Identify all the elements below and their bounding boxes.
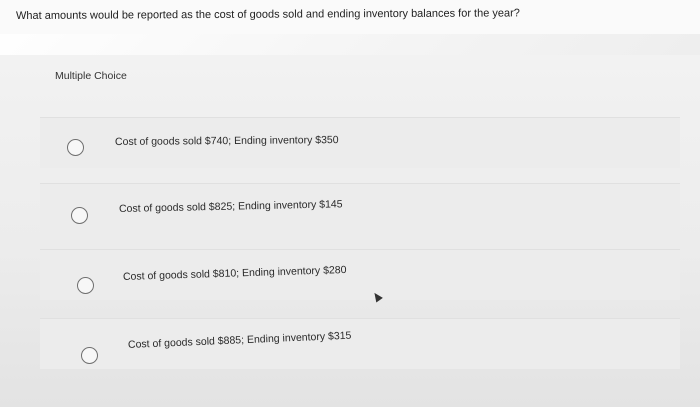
option-3-radio[interactable] xyxy=(77,277,94,294)
multiple-choice-label: Multiple Choice xyxy=(55,70,127,82)
option-1-label[interactable]: Cost of goods sold $740; Ending inventor… xyxy=(115,134,339,148)
option-4-radio[interactable] xyxy=(81,347,98,364)
option-2-radio[interactable] xyxy=(71,207,88,224)
option-1-radio[interactable] xyxy=(67,139,84,156)
